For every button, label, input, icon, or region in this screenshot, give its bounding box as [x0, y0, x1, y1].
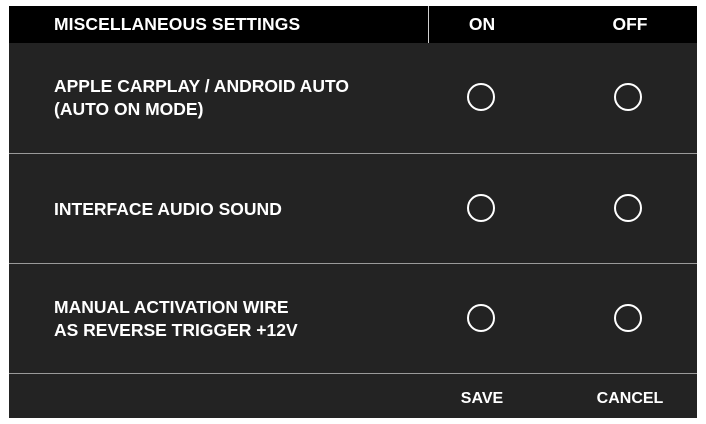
setting-label: APPLE CARPLAY / ANDROID AUTO (AUTO ON MO… — [54, 43, 434, 153]
setting-label: INTERFACE AUDIO SOUND — [54, 154, 434, 264]
settings-screen: MISCELLANEOUS SETTINGS ON OFF APPLE CARP… — [9, 6, 697, 418]
setting-row-reverse-trigger: MANUAL ACTIVATION WIRE AS REVERSE TRIGGE… — [9, 264, 697, 374]
radio-on-interface-audio[interactable] — [467, 194, 495, 222]
column-header-on: ON — [468, 14, 496, 34]
settings-footer: SAVE CANCEL — [9, 374, 697, 418]
setting-row-carplay: APPLE CARPLAY / ANDROID AUTO (AUTO ON MO… — [9, 43, 697, 153]
settings-header: MISCELLANEOUS SETTINGS ON OFF — [9, 6, 697, 43]
radio-off-interface-audio[interactable] — [614, 194, 642, 222]
setting-label-line: (AUTO ON MODE) — [54, 99, 204, 119]
setting-label-line: AS REVERSE TRIGGER +12V — [54, 320, 298, 340]
radio-off-carplay[interactable] — [614, 83, 642, 111]
setting-label-line: INTERFACE AUDIO SOUND — [54, 198, 282, 219]
setting-row-interface-audio: INTERFACE AUDIO SOUND — [9, 154, 697, 264]
page-title: MISCELLANEOUS SETTINGS — [54, 14, 301, 34]
column-header-off: OFF — [612, 14, 648, 34]
radio-off-reverse-trigger[interactable] — [614, 304, 642, 332]
radio-on-reverse-trigger[interactable] — [467, 304, 495, 332]
cancel-button[interactable]: CANCEL — [570, 374, 690, 418]
setting-label-line: MANUAL ACTIVATION WIRE — [54, 297, 289, 317]
radio-on-carplay[interactable] — [467, 83, 495, 111]
save-button[interactable]: SAVE — [422, 374, 542, 418]
setting-label: MANUAL ACTIVATION WIRE AS REVERSE TRIGGE… — [54, 264, 434, 374]
setting-label-line: APPLE CARPLAY / ANDROID AUTO — [54, 76, 349, 96]
